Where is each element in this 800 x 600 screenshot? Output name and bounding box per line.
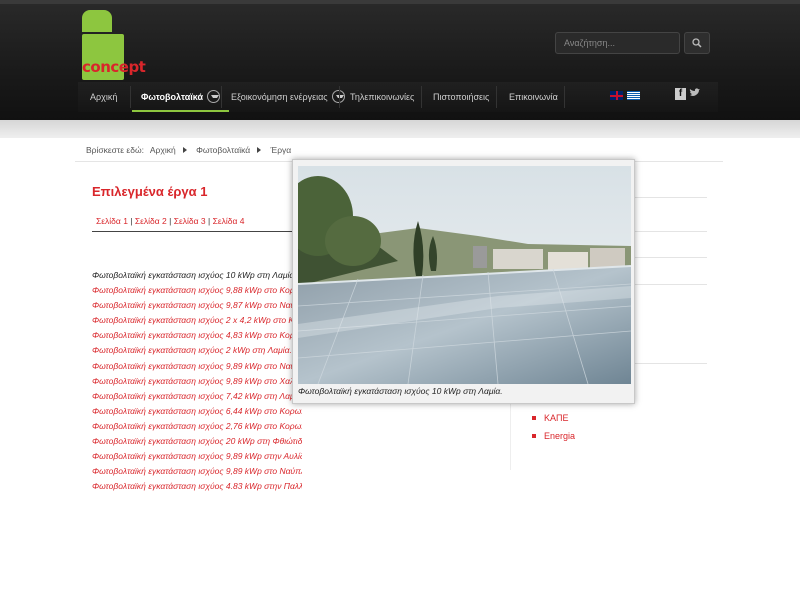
- image-preview-popup: Φωτοβολταϊκή εγκατάσταση ισχύος 10 kWp σ…: [292, 159, 635, 404]
- project-link[interactable]: Φωτοβολταϊκή εγκατάσταση ισχύος 2 kWp στ…: [92, 343, 302, 358]
- nav-item-home[interactable]: Αρχική: [90, 82, 117, 112]
- nav-divider: [130, 86, 131, 108]
- project-link[interactable]: Φωτοβολταϊκή εγκατάσταση ισχύος 6,44 kWp…: [92, 404, 302, 419]
- project-link[interactable]: Φωτοβολταϊκή εγκατάσταση ισχύος 2,76 kWp…: [92, 419, 302, 434]
- nav-item-certifications[interactable]: Πιστοποιήσεις: [433, 82, 489, 112]
- search-button[interactable]: [684, 32, 710, 54]
- project-link[interactable]: Φωτοβολταϊκή εγκατάσταση ισχύος 9,88 kWp…: [92, 283, 302, 298]
- popup-caption: Φωτοβολταϊκή εγκατάσταση ισχύος 10 kWp σ…: [298, 386, 503, 396]
- project-list: Φωτοβολταϊκή εγκατάσταση ισχύος 10 kWp σ…: [92, 268, 302, 494]
- logo-text: concept: [82, 58, 146, 76]
- search-icon: [692, 38, 702, 48]
- project-link[interactable]: Φωτοβολταϊκή εγκατάσταση ισχύος 20 kWp σ…: [92, 434, 302, 449]
- header-top-line: [0, 0, 800, 4]
- logo-dot: [82, 10, 112, 32]
- project-link[interactable]: Φωτοβολταϊκή εγκατάσταση ισχύος 10 kWp σ…: [92, 268, 302, 283]
- twitter-icon[interactable]: [689, 88, 700, 100]
- breadcrumb-arrow-icon: [182, 147, 187, 153]
- pagination: Σελίδα 1 | Σελίδα 2 | Σελίδα 3 | Σελίδα …: [96, 216, 245, 226]
- breadcrumb-item-home[interactable]: Αρχική: [150, 145, 176, 155]
- search-input[interactable]: Αναζήτηση...: [555, 32, 680, 54]
- page-link-4[interactable]: Σελίδα 4: [213, 216, 245, 226]
- breadcrumb: Βρίσκεστε εδώ: Αρχική Φωτοβολταϊκά Έργα: [86, 145, 295, 155]
- page-link-1[interactable]: Σελίδα 1: [96, 216, 128, 226]
- nav-label: Φωτοβολταϊκά: [141, 92, 204, 102]
- project-link[interactable]: Φωτοβολταϊκή εγκατάσταση ισχύος 4,83 kWp…: [92, 328, 302, 343]
- nav-divider: [339, 86, 340, 108]
- dropdown-circle-icon[interactable]: [207, 90, 221, 104]
- breadcrumb-arrow-icon: [257, 147, 262, 153]
- en-flag-icon[interactable]: [610, 91, 623, 100]
- page-link-3[interactable]: Σελίδα 3: [174, 216, 206, 226]
- project-link[interactable]: Φωτοβολταϊκή εγκατάσταση ισχύος 2 x 4,2 …: [92, 313, 302, 328]
- sidebar-link-kape[interactable]: ΚΑΠΕ: [532, 409, 575, 427]
- project-link[interactable]: Φωτοβολταϊκή εγκατάσταση ισχύος 9,87 kWp…: [92, 298, 302, 313]
- page-title: Επιλεγμένα έργα 1: [92, 184, 208, 199]
- nav-item-photovoltaics[interactable]: Φωτοβολταϊκά: [132, 82, 230, 112]
- nav-item-contact[interactable]: Επικοινωνία: [509, 82, 558, 112]
- nav-label: Τηλεπικοινωνίες: [350, 92, 415, 102]
- breadcrumb-item-projects: Έργα: [270, 145, 292, 155]
- facebook-icon[interactable]: f: [675, 88, 686, 100]
- project-link[interactable]: Φωτοβολταϊκή εγκατάσταση ισχύος 4.83 kWp…: [92, 479, 302, 494]
- breadcrumb-prefix: Βρίσκεστε εδώ:: [86, 145, 144, 155]
- nav-divider: [421, 86, 422, 108]
- project-link[interactable]: Φωτοβολταϊκή εγκατάσταση ισχύος 9,89 kWp…: [92, 374, 302, 389]
- project-link[interactable]: Φωτοβολταϊκή εγκατάσταση ισχύος 9,89 kWp…: [92, 449, 302, 464]
- nav-item-telecoms[interactable]: Τηλεπικοινωνίες: [350, 82, 414, 112]
- breadcrumb-item-photovoltaics[interactable]: Φωτοβολταϊκά: [196, 145, 250, 155]
- nav-label: Εξοικονόμηση ενέργειας: [231, 92, 328, 102]
- pagination-divider: [92, 231, 292, 232]
- site-logo[interactable]: concept: [80, 8, 150, 80]
- project-link[interactable]: Φωτοβολταϊκή εγκατάσταση ισχύος 9,89 kWp…: [92, 359, 302, 374]
- project-link[interactable]: Φωτοβολταϊκή εγκατάσταση ισχύος 9,89 kWp…: [92, 464, 302, 479]
- solar-installation-photo: [298, 166, 631, 384]
- nav-divider: [221, 86, 222, 108]
- site-header: concept Αναζήτηση... Αρχική Φωτοβολταϊκά…: [0, 0, 800, 120]
- nav-divider: [496, 86, 497, 108]
- header-shadow-band: [0, 120, 800, 138]
- photo-scene: [298, 166, 631, 384]
- nav-label: Αρχική: [90, 92, 118, 102]
- page-link-2[interactable]: Σελίδα 2: [135, 216, 167, 226]
- nav-divider: [564, 86, 565, 108]
- nav-label: Πιστοποιήσεις: [433, 92, 490, 102]
- nav-item-energy-saving[interactable]: Εξοικονόμηση ενέργειας: [231, 82, 345, 112]
- nav-label: Επικοινωνία: [509, 92, 558, 102]
- project-link[interactable]: Φωτοβολταϊκή εγκατάσταση ισχύος 7,42 kWp…: [92, 389, 302, 404]
- sidebar-link-energia[interactable]: Energia: [532, 427, 575, 445]
- gr-flag-icon[interactable]: [627, 91, 640, 100]
